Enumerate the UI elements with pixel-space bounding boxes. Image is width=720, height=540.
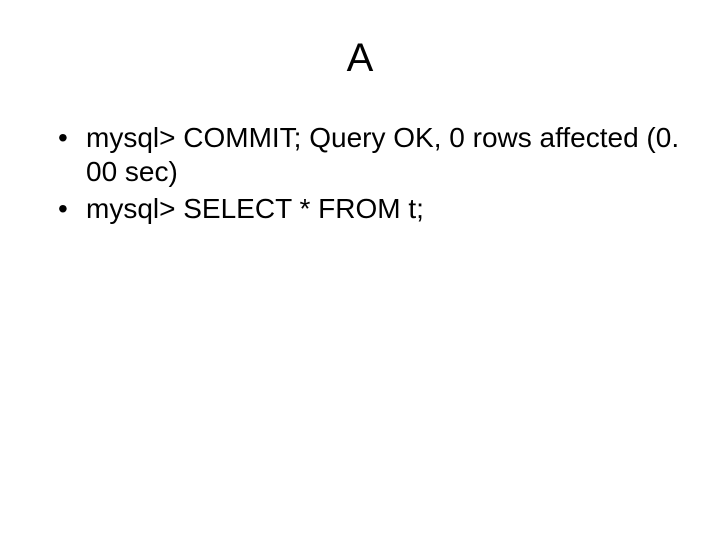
bullet-item: mysql> COMMIT; Query OK, 0 rows affected…: [58, 121, 680, 188]
bullet-text: mysql> SELECT * FROM t;: [86, 193, 424, 224]
bullet-text: mysql> COMMIT; Query OK, 0 rows affected…: [86, 122, 679, 187]
bullet-list: mysql> COMMIT; Query OK, 0 rows affected…: [40, 121, 680, 226]
slide-title: A: [40, 36, 680, 81]
slide: A mysql> COMMIT; Query OK, 0 rows affect…: [0, 0, 720, 540]
bullet-item: mysql> SELECT * FROM t;: [58, 192, 680, 226]
